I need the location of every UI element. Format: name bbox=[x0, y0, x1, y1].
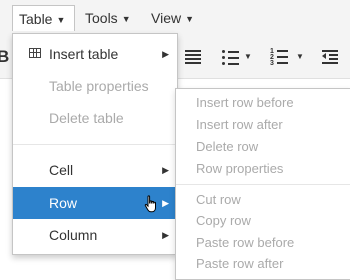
menu-table[interactable]: Table ▼ bbox=[12, 5, 75, 31]
submenu-item-paste-row-before[interactable]: Paste row before bbox=[176, 232, 350, 254]
submenu-item-paste-row-after[interactable]: Paste row after bbox=[176, 253, 350, 275]
table-grid-icon bbox=[29, 48, 41, 58]
menu-item-label: Cell bbox=[49, 162, 74, 178]
menu-view-label: View bbox=[151, 10, 182, 26]
menubar: Table ▼ Tools ▼ View ▼ bbox=[0, 0, 350, 34]
menu-tools-label: Tools bbox=[85, 10, 118, 26]
caret-down-icon: ▼ bbox=[121, 14, 131, 24]
menu-item-label: Delete table bbox=[49, 110, 124, 126]
chevron-right-icon: ▶ bbox=[162, 230, 169, 240]
menu-table-label: Table bbox=[19, 11, 53, 27]
menu-tools[interactable]: Tools ▼ bbox=[79, 5, 137, 31]
menu-item-label: Column bbox=[49, 227, 98, 243]
menu-view[interactable]: View ▼ bbox=[145, 5, 200, 31]
chevron-right-icon: ▶ bbox=[162, 198, 169, 208]
menu-divider bbox=[13, 144, 177, 145]
chevron-right-icon: ▶ bbox=[162, 165, 169, 175]
submenu-item-delete-row[interactable]: Delete row bbox=[176, 136, 350, 158]
bold-button[interactable]: B bbox=[0, 46, 9, 68]
chevron-right-icon: ▶ bbox=[162, 49, 169, 59]
caret-down-icon: ▼ bbox=[244, 52, 252, 61]
menu-item-row[interactable]: Row ▶ bbox=[13, 187, 177, 219]
bullet-list-icon[interactable]: ▼ bbox=[222, 46, 252, 68]
menu-divider bbox=[176, 184, 350, 185]
menu-item-label: Insert table bbox=[49, 46, 119, 62]
submenu-item-cut-row[interactable]: Cut row bbox=[176, 189, 350, 211]
submenu-item-insert-row-before[interactable]: Insert row before bbox=[176, 92, 350, 114]
justify-icon[interactable] bbox=[185, 46, 203, 68]
caret-down-icon: ▼ bbox=[296, 52, 304, 61]
outdent-icon[interactable] bbox=[322, 46, 340, 68]
table-menu-dropdown: Insert table ▶ Table properties Delete t… bbox=[12, 33, 178, 255]
menu-item-table-properties[interactable]: Table properties bbox=[13, 70, 177, 102]
menu-item-insert-table[interactable]: Insert table ▶ bbox=[13, 38, 177, 70]
caret-down-icon: ▼ bbox=[56, 15, 66, 25]
menu-item-cell[interactable]: Cell ▶ bbox=[13, 154, 177, 186]
menu-item-label: Table properties bbox=[49, 78, 149, 94]
submenu-item-row-properties[interactable]: Row properties bbox=[176, 158, 350, 180]
submenu-item-insert-row-after[interactable]: Insert row after bbox=[176, 114, 350, 136]
hand-cursor-icon bbox=[144, 195, 156, 213]
menu-item-label: Row bbox=[49, 195, 78, 211]
caret-down-icon: ▼ bbox=[185, 14, 195, 24]
numbered-list-icon[interactable]: 1 2 3 ▼ bbox=[270, 46, 306, 68]
menu-item-delete-table[interactable]: Delete table bbox=[13, 102, 177, 134]
menu-item-column[interactable]: Column ▶ bbox=[13, 219, 177, 251]
row-submenu: Insert row before Insert row after Delet… bbox=[175, 88, 350, 280]
submenu-item-copy-row[interactable]: Copy row bbox=[176, 210, 350, 232]
